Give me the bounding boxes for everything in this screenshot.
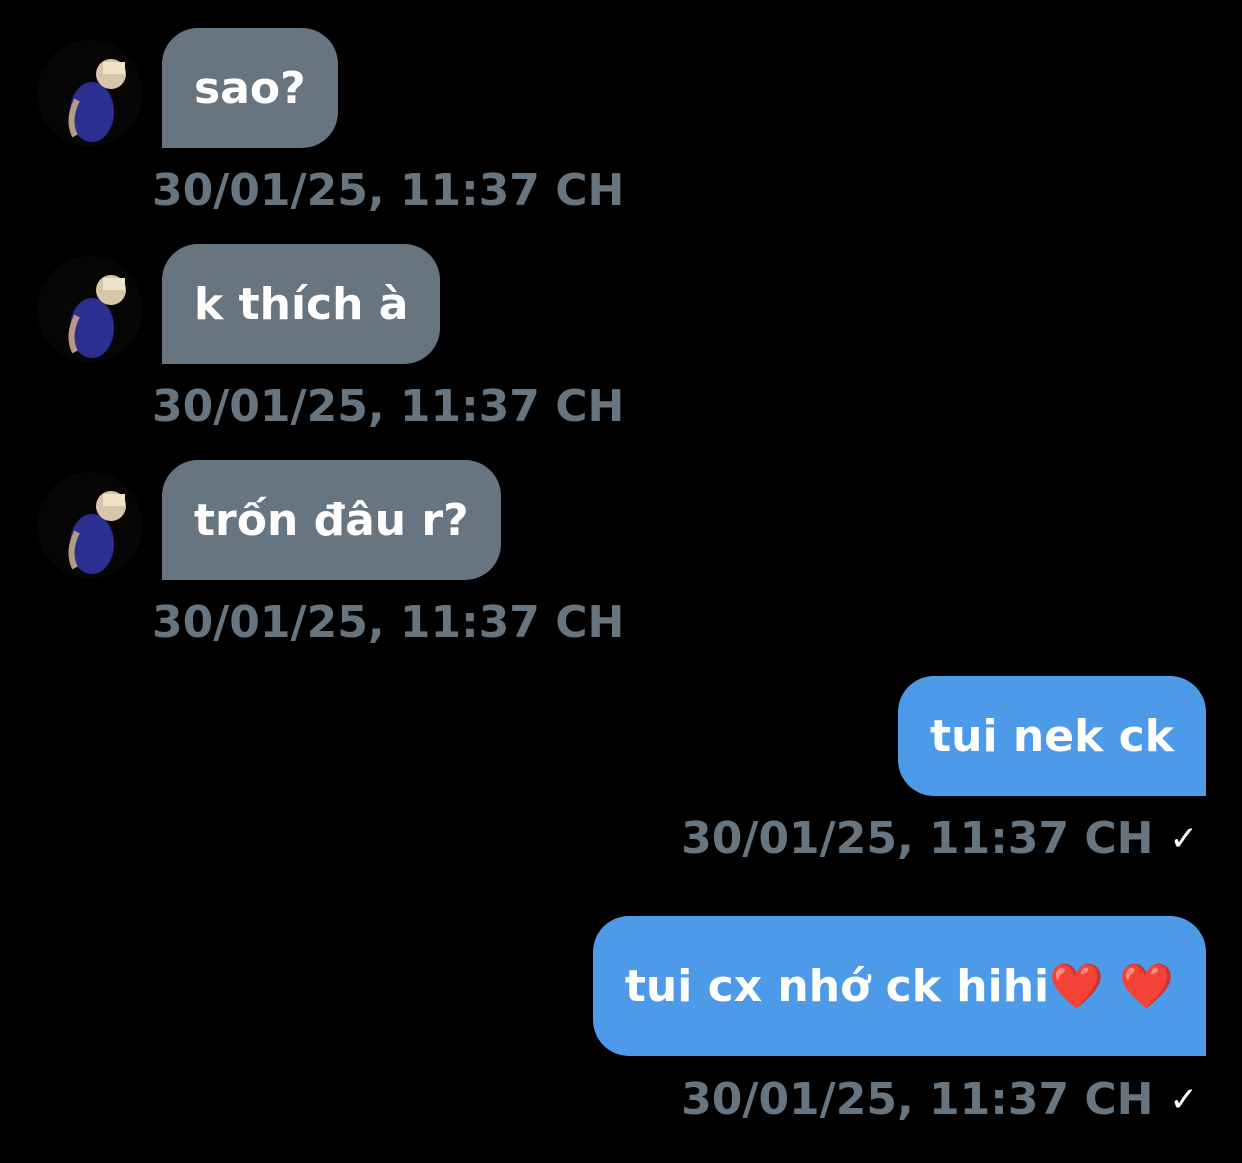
message-text: tui nek ck (930, 710, 1174, 762)
message-bubble-outgoing[interactable]: tui nek ck (898, 676, 1206, 796)
checkmark-icon: ✓ (1169, 1080, 1199, 1120)
contact-avatar[interactable] (37, 472, 143, 578)
message-timestamp: 30/01/25, 11:37 CH (152, 381, 625, 432)
message-text: k thích à (194, 278, 409, 330)
message-timestamp-row: 30/01/25, 11:37 CH ✓ (681, 1072, 1198, 1128)
checkmark-icon: ✓ (1169, 819, 1199, 859)
message-timestamp: 30/01/25, 11:37 CH (681, 1074, 1154, 1125)
message-bubble-incoming[interactable]: sao? (162, 28, 338, 148)
message-text: tui cx nhớ ck hihi❤️ ❤️ (624, 961, 1174, 1012)
message-timestamp: 30/01/25, 11:37 CH (681, 813, 1154, 864)
message-text: trốn đâu r? (194, 494, 469, 546)
message-timestamp: 30/01/25, 11:37 CH (152, 597, 625, 648)
contact-avatar[interactable] (37, 256, 143, 362)
message-bubble-incoming[interactable]: k thích à (162, 244, 441, 364)
message-bubble-outgoing[interactable]: tui cx nhớ ck hihi❤️ ❤️ (592, 916, 1206, 1056)
message-bubble-incoming[interactable]: trốn đâu r? (162, 460, 501, 580)
message-timestamp-row: 30/01/25, 11:37 CH ✓ (681, 811, 1198, 867)
message-text: sao? (194, 62, 306, 114)
contact-avatar[interactable] (37, 40, 143, 146)
message-timestamp: 30/01/25, 11:37 CH (152, 165, 625, 216)
